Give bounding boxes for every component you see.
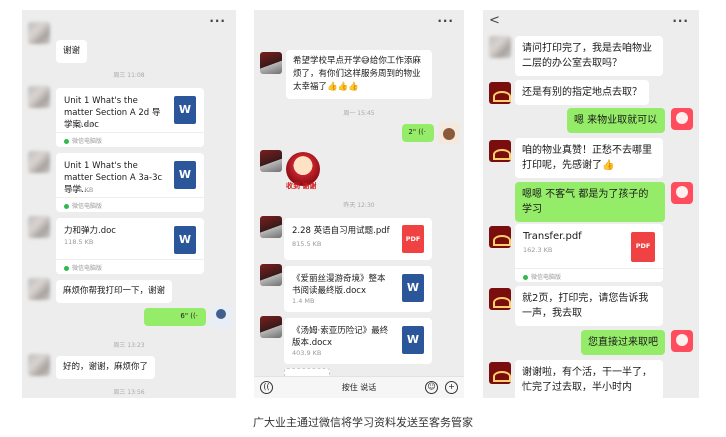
message-bubble: 希望学校早点开学😅给你工作添麻烦了，有你们这样服务周到的物业太幸福了👍👍👍 bbox=[286, 50, 432, 99]
file-name: 力和弹力.doc bbox=[64, 226, 116, 236]
pdf-file-icon: PDF bbox=[631, 232, 655, 262]
file-size: 186.5 KB bbox=[64, 186, 94, 194]
file-message[interactable]: 《汤姆·索亚历险记》最终版本.docx 403.9 KB W bbox=[284, 318, 432, 364]
chat-panel-1: ··· 谢谢 周三 11:08 Unit 1 What's the matter… bbox=[22, 10, 236, 398]
avatar[interactable] bbox=[210, 306, 232, 328]
avatar[interactable] bbox=[28, 354, 50, 376]
message-bubble: 就2页，打印完，请您告诉我一声，我去取 bbox=[515, 286, 663, 326]
avatar[interactable] bbox=[28, 216, 50, 238]
avatar[interactable] bbox=[28, 278, 50, 300]
avatar[interactable] bbox=[260, 216, 282, 238]
file-size: 162.3 KB bbox=[523, 246, 553, 254]
avatar[interactable] bbox=[671, 108, 693, 130]
chat-input-bar: (( 按住 说话 ☺ + bbox=[254, 376, 464, 398]
file-name: 《汤姆·索亚历险记》最终版本.docx bbox=[292, 326, 389, 348]
voice-message[interactable]: 2" ((· bbox=[402, 124, 434, 142]
file-message[interactable]: Transfer.pdf 162.3 KB PDF 微信电脑版 bbox=[515, 224, 663, 282]
sticker-caption: 收到 谢谢 bbox=[286, 182, 317, 190]
file-message[interactable]: Unit 1 What's the matter Section A 2d 导学… bbox=[56, 88, 204, 147]
timestamp: 周一 15:45 bbox=[343, 110, 375, 117]
word-file-icon: W bbox=[174, 226, 196, 254]
timestamp: 周三 13:23 bbox=[113, 342, 145, 349]
voice-duration: 2" ((· bbox=[408, 128, 426, 136]
avatar[interactable] bbox=[28, 86, 50, 108]
avatar[interactable] bbox=[260, 150, 282, 172]
timestamp: 周三 13:56 bbox=[113, 389, 145, 396]
word-file-icon: W bbox=[402, 326, 424, 354]
chat-header: ··· bbox=[254, 10, 464, 34]
message-bubble: 您直接过来取吧 bbox=[581, 330, 665, 355]
avatar[interactable] bbox=[489, 362, 511, 384]
avatar[interactable] bbox=[438, 122, 460, 144]
file-source: 微信电脑版 bbox=[64, 201, 102, 210]
emoji-icon[interactable]: ☺ bbox=[425, 381, 438, 394]
more-menu-icon[interactable]: ··· bbox=[209, 14, 226, 28]
word-file-icon: W bbox=[174, 161, 196, 189]
chat-header: < ··· bbox=[483, 10, 699, 34]
message-bubble: 谢谢啦，有个活，干一半了，忙完了过去取，半小时内 bbox=[515, 360, 663, 398]
back-icon[interactable]: < bbox=[489, 13, 500, 28]
word-file-icon: W bbox=[402, 274, 424, 302]
message-bubble: 还是有别的指定地点去取？ bbox=[515, 80, 649, 105]
caption: 广大业主通过微信将学习资料发送至客务管家 bbox=[253, 416, 473, 429]
divider bbox=[56, 132, 204, 133]
avatar[interactable] bbox=[28, 22, 50, 44]
divider bbox=[515, 268, 663, 269]
file-source: 微信电脑版 bbox=[64, 136, 102, 145]
message-bubble: 咱的物业真赞！正愁不去哪里打印呢，先感谢了👍 bbox=[515, 138, 663, 178]
word-file-icon: W bbox=[174, 96, 196, 124]
avatar[interactable] bbox=[489, 36, 511, 58]
message-bubble: 好的，谢谢，麻烦你了 bbox=[56, 356, 156, 379]
plus-icon[interactable]: + bbox=[445, 381, 458, 394]
avatar[interactable] bbox=[489, 288, 511, 310]
more-menu-icon[interactable]: ··· bbox=[672, 14, 689, 28]
file-size: 1.4 MB bbox=[292, 297, 315, 305]
file-source: 微信电脑版 bbox=[523, 272, 561, 281]
file-message[interactable]: 2.28 英语自习用试题.pdf 815.5 KB PDF bbox=[284, 218, 432, 260]
timestamp: 昨天 12:30 bbox=[343, 202, 375, 209]
message-bubble: 嗯嗯 不客气 都是为了孩子的学习 bbox=[515, 182, 665, 222]
file-message[interactable]: 力和弹力.doc 118.5 KB W 微信电脑版 bbox=[56, 218, 204, 274]
timestamp: 周三 11:08 bbox=[113, 72, 145, 79]
avatar[interactable] bbox=[489, 82, 511, 104]
avatar[interactable] bbox=[260, 316, 282, 338]
chat-panel-3: < ··· 请问打印完了，我是去咱物业二层的办公室去取吗？ 还是有别的指定地点去… bbox=[483, 10, 699, 398]
avatar[interactable] bbox=[260, 264, 282, 286]
chat-header: ··· bbox=[22, 10, 236, 34]
file-name: 《爱丽丝漫游奇境》整本书阅读最终版.docx bbox=[292, 274, 386, 296]
file-size: 175.0 KB bbox=[64, 121, 94, 129]
avatar[interactable] bbox=[489, 226, 511, 248]
file-message[interactable]: Unit 1 What's the matter Section A 3a-3c… bbox=[56, 153, 204, 212]
file-size: 403.9 KB bbox=[292, 349, 322, 357]
file-message[interactable]: 《爱丽丝漫游奇境》整本书阅读最终版.docx 1.4 MB W bbox=[284, 266, 432, 312]
file-source: 微信电脑版 bbox=[64, 263, 102, 272]
message-bubble: 嗯 来物业取就可以 bbox=[567, 108, 665, 133]
file-size: 118.5 KB bbox=[64, 238, 94, 246]
avatar[interactable] bbox=[671, 182, 693, 204]
avatar[interactable] bbox=[260, 52, 282, 74]
avatar[interactable] bbox=[489, 140, 511, 162]
avatar[interactable] bbox=[28, 151, 50, 173]
divider bbox=[56, 259, 204, 260]
file-name: 2.28 英语自习用试题.pdf bbox=[292, 226, 390, 236]
voice-message[interactable]: 6" ((· bbox=[144, 308, 206, 326]
chat-panel-2: ··· 希望学校早点开学😅给你工作添麻烦了，有你们这样服务周到的物业太幸福了👍👍… bbox=[254, 10, 464, 398]
message-bubble: 请问打印完了，我是去咱物业二层的办公室去取吗？ bbox=[515, 36, 663, 76]
voice-duration: 6" ((· bbox=[180, 312, 198, 320]
file-size: 815.5 KB bbox=[292, 240, 322, 248]
message-bubble: 谢谢 bbox=[56, 40, 88, 63]
file-name: Transfer.pdf bbox=[523, 231, 582, 242]
message-bubble: 麻烦你帮我打印一下，谢谢 bbox=[56, 280, 173, 303]
more-menu-icon[interactable]: ··· bbox=[437, 14, 454, 28]
pdf-file-icon: PDF bbox=[402, 225, 424, 253]
avatar[interactable] bbox=[671, 330, 693, 352]
divider bbox=[56, 197, 204, 198]
